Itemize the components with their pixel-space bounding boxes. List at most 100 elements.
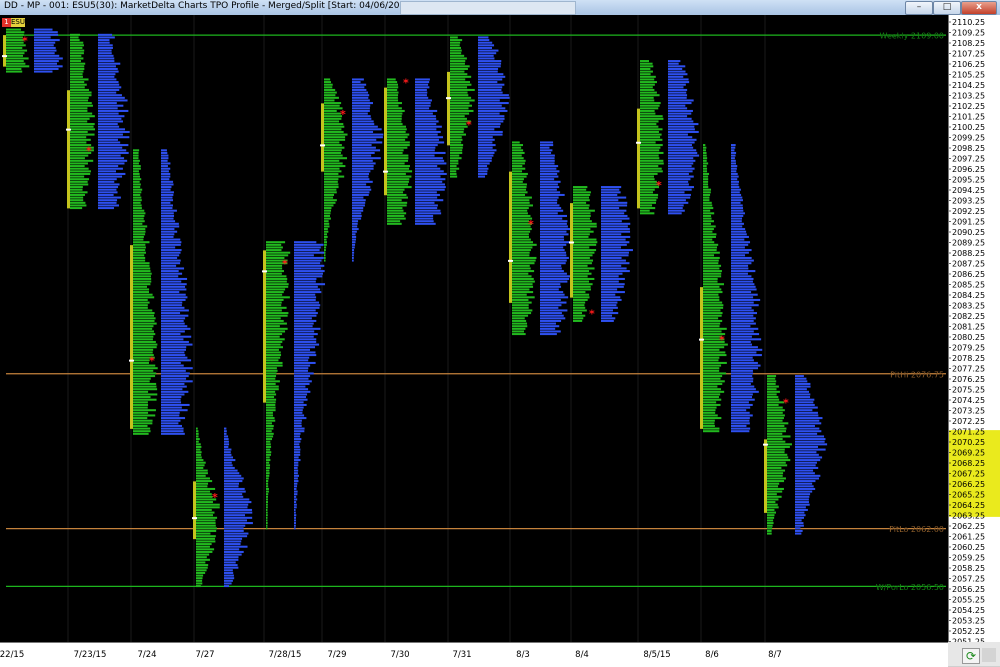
tpo-blue-row	[98, 91, 117, 94]
tpo-blue-row	[98, 52, 112, 55]
tpo-green-row	[387, 109, 405, 112]
price-tick-label: 2052.25	[952, 627, 985, 636]
date-axis[interactable]: 22/15 7/23/15 7/24 7/27 7/28/15 7/29 7/30 7/31 8…	[0, 642, 948, 667]
tpo-blue-row	[98, 199, 118, 202]
tpo-blue-row	[294, 508, 296, 511]
tpo-green-row	[767, 524, 773, 527]
tpo-blue-row	[294, 317, 312, 320]
tpo-green-row	[196, 579, 203, 582]
tpo-green-row	[450, 54, 465, 57]
tpo-green-row	[703, 256, 720, 259]
tpo-green-row	[640, 180, 657, 183]
session-profile: *	[699, 144, 763, 433]
tpo-blue-row	[540, 207, 562, 210]
tpo-blue-row	[98, 186, 119, 189]
tpo-green-row	[512, 264, 530, 267]
single-print-marker: *	[528, 218, 534, 231]
date-axis-svg: 22/15 7/23/15 7/24 7/27 7/28/15 7/29 7/30 7/31 8…	[0, 650, 782, 660]
tpo-blue-row	[668, 65, 686, 68]
title-bar[interactable]: DD - MP - 001: ESU5(30): MarketDelta Cha…	[0, 0, 1000, 16]
tpo-blue-row	[478, 172, 488, 175]
tpo-green-row	[573, 264, 588, 267]
tpo-green-row	[266, 375, 277, 378]
symbol-badge[interactable]: ESU5	[11, 18, 29, 27]
tpo-green-row	[703, 322, 721, 325]
tpo-green-row	[640, 141, 656, 144]
tpo-green-row	[266, 451, 272, 454]
maximize-button[interactable]: □	[933, 1, 961, 15]
tpo-green-row	[703, 243, 719, 246]
tpo-blue-row	[98, 146, 123, 149]
session-profile: *	[636, 60, 700, 215]
price-axis[interactable]: 2110.25 2109.25 2108.25 2107.25 2106.25 2105.…	[948, 15, 1000, 642]
tpo-green-row	[324, 254, 326, 257]
minimize-button[interactable]: –	[905, 1, 933, 15]
tpo-blue-row	[668, 183, 689, 186]
tpo-green-row	[133, 388, 158, 391]
tpo-blue-row	[601, 304, 617, 307]
tpo-blue-row	[415, 151, 446, 154]
chart-number-badge[interactable]: 1	[2, 18, 11, 27]
tpo-blue-row	[668, 96, 687, 99]
tpo-blue-row	[795, 506, 806, 509]
tpo-green-row	[573, 298, 588, 301]
tpo-green-row	[70, 81, 85, 84]
tpo-blue-row	[415, 94, 427, 97]
tpo-blue-row	[224, 487, 245, 490]
tpo-blue-row	[731, 199, 743, 202]
tpo-blue-row	[795, 464, 816, 467]
tpo-green-row	[266, 291, 284, 294]
tpo-green-row	[450, 75, 472, 78]
tpo-green-row	[512, 333, 526, 336]
tpo-blue-row	[294, 367, 309, 370]
tpo-green-row	[266, 445, 272, 448]
tpo-green-row	[133, 199, 142, 202]
tpo-green-row	[266, 314, 288, 317]
tpo-blue-row	[98, 133, 123, 136]
tpo-green-row	[512, 172, 528, 175]
tpo-green-row	[324, 225, 330, 228]
tpo-green-row	[703, 369, 720, 372]
tpo-green-row	[512, 201, 530, 204]
tpo-green-row	[450, 115, 465, 118]
tpo-green-row	[266, 246, 283, 249]
tpo-blue-row	[795, 529, 803, 532]
tpo-green-row	[133, 432, 149, 435]
poc-marker	[129, 359, 134, 362]
tpo-green-row	[6, 62, 26, 65]
tpo-green-row	[387, 117, 402, 120]
tpo-blue-row	[224, 474, 242, 477]
tpo-green-row	[387, 86, 399, 89]
tpo-blue-row	[224, 451, 231, 454]
tpo-blue-row	[352, 81, 361, 84]
tpo-chart[interactable]: Weekly 2109.00PitHi 2076.75PitLo 2062.00…	[0, 15, 948, 642]
tpo-blue-row	[731, 291, 752, 294]
tpo-blue-row	[294, 445, 300, 448]
tpo-green-row	[133, 154, 139, 157]
tpo-green-row	[450, 36, 458, 39]
tpo-blue-row	[161, 230, 178, 233]
chart-area[interactable]: Weekly 2109.00 PitHi 2076.75 PitLo 2062.00…	[0, 15, 948, 642]
tpo-green-row	[450, 91, 468, 94]
tpo-green-row	[324, 222, 330, 225]
tpo-blue-row	[795, 380, 808, 383]
refresh-icon[interactable]: ⟳	[962, 648, 980, 664]
tpo-blue-row	[795, 461, 817, 464]
tpo-green-row	[703, 220, 714, 223]
price-tick-label: 2056.25	[952, 585, 985, 594]
tpo-green-row	[324, 128, 342, 131]
price-tick-label: 2089.25	[952, 239, 985, 248]
tpo-green-row	[387, 146, 408, 149]
tpo-blue-row	[294, 348, 311, 351]
tpo-blue-row	[294, 306, 320, 309]
tpo-green-row	[767, 485, 779, 488]
tpo-blue-row	[731, 172, 738, 175]
tpo-green-row	[767, 532, 772, 535]
tpo-blue-row	[731, 322, 756, 325]
tpo-blue-row	[161, 298, 186, 301]
tpo-green-row	[266, 406, 276, 409]
tpo-blue-row	[161, 301, 183, 304]
close-button[interactable]: x	[961, 1, 997, 15]
tpo-green-row	[266, 490, 269, 493]
tpo-green-row	[196, 524, 216, 527]
